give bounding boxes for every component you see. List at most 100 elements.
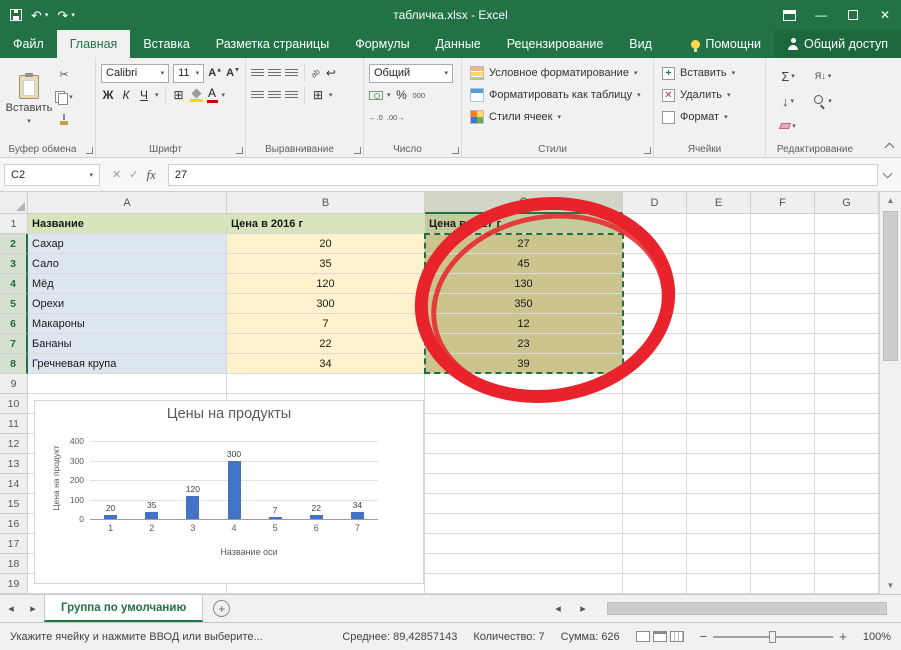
cell-E16[interactable] — [687, 514, 751, 534]
cell-C3[interactable]: 45 — [425, 254, 623, 274]
grow-font-button[interactable]: А▲ — [208, 67, 222, 79]
cell-C8[interactable]: 39 — [425, 354, 623, 374]
row-header-7[interactable]: 7 — [0, 334, 28, 354]
cell-A4[interactable]: Мёд — [28, 274, 227, 294]
cell-G14[interactable] — [815, 474, 879, 494]
fill-button[interactable]: ↓▾ — [771, 89, 805, 113]
cell-G5[interactable] — [815, 294, 879, 314]
ribbon-tab-8[interactable]: Помощни — [678, 30, 774, 58]
hscroll-track[interactable] — [597, 601, 897, 616]
cell-A5[interactable]: Орехи — [28, 294, 227, 314]
hscroll-left-icon[interactable]: ◂ — [547, 602, 569, 615]
delete-cells-button[interactable]: ✕ Удалить ▾ — [659, 84, 760, 106]
insert-cells-button[interactable]: + Вставить ▾ — [659, 62, 760, 84]
cell-D13[interactable] — [623, 454, 687, 474]
cell-D11[interactable] — [623, 414, 687, 434]
format-painter-button[interactable] — [53, 110, 75, 130]
column-header-C[interactable]: C — [425, 192, 623, 214]
clipboard-dialog-launcher-icon[interactable] — [86, 147, 93, 154]
cell-A7[interactable]: Бананы — [28, 334, 227, 354]
font-dialog-launcher-icon[interactable] — [236, 147, 243, 154]
cell-C16[interactable] — [425, 514, 623, 534]
insert-function-icon[interactable]: fx — [146, 167, 155, 183]
cell-F19[interactable] — [751, 574, 815, 594]
cell-D8[interactable] — [623, 354, 687, 374]
format-as-table-button[interactable]: Форматировать как таблицу ▾ — [467, 84, 648, 106]
ribbon-tab-5[interactable]: Данные — [423, 30, 494, 58]
cell-F1[interactable] — [751, 214, 815, 234]
bold-button[interactable]: Ж — [101, 88, 115, 102]
font-color-caret-icon[interactable]: ▾ — [222, 91, 226, 99]
vertical-scroll-thumb[interactable] — [883, 211, 898, 361]
decrease-decimal-button[interactable]: .00→ — [387, 113, 405, 122]
cell-F18[interactable] — [751, 554, 815, 574]
cell-G16[interactable] — [815, 514, 879, 534]
cell-B1[interactable]: Цена в 2016 г — [227, 214, 425, 234]
cell-E18[interactable] — [687, 554, 751, 574]
alignment-dialog-launcher-icon[interactable] — [354, 147, 361, 154]
row-header-3[interactable]: 3 — [0, 254, 28, 274]
qat-customize-icon[interactable]: ▾ — [71, 11, 75, 19]
cell-G2[interactable] — [815, 234, 879, 254]
cell-C5[interactable]: 350 — [425, 294, 623, 314]
align-right-button[interactable] — [285, 91, 298, 100]
currency-caret-icon[interactable]: ▾ — [387, 91, 391, 99]
ribbon-tab-6[interactable]: Рецензирование — [494, 30, 617, 58]
merge-caret-icon[interactable]: ▾ — [329, 91, 333, 99]
cell-F3[interactable] — [751, 254, 815, 274]
cell-A1[interactable]: Название — [28, 214, 227, 234]
close-button[interactable]: ✕ — [869, 0, 901, 30]
cell-E12[interactable] — [687, 434, 751, 454]
row-header-1[interactable]: 1 — [0, 214, 28, 234]
cell-B3[interactable]: 35 — [227, 254, 425, 274]
cell-G8[interactable] — [815, 354, 879, 374]
name-box[interactable]: C2 ▾ — [4, 164, 100, 186]
cell-G7[interactable] — [815, 334, 879, 354]
row-header-13[interactable]: 13 — [0, 454, 28, 474]
row-header-15[interactable]: 15 — [0, 494, 28, 514]
scroll-up-icon[interactable]: ▲ — [880, 192, 901, 209]
row-header-19[interactable]: 19 — [0, 574, 28, 594]
cell-G1[interactable] — [815, 214, 879, 234]
cut-button[interactable]: ✂ — [53, 64, 75, 84]
row-header-4[interactable]: 4 — [0, 274, 28, 294]
minimize-button[interactable]: — — [805, 0, 837, 30]
align-middle-button[interactable] — [268, 69, 281, 78]
cell-D9[interactable] — [623, 374, 687, 394]
cell-G15[interactable] — [815, 494, 879, 514]
paste-button[interactable]: Вставить ▾ — [5, 62, 53, 138]
cell-F2[interactable] — [751, 234, 815, 254]
row-header-14[interactable]: 14 — [0, 474, 28, 494]
ribbon-tab-0[interactable]: Файл — [0, 30, 57, 58]
cell-G10[interactable] — [815, 394, 879, 414]
row-header-2[interactable]: 2 — [0, 234, 28, 254]
format-cells-button[interactable]: Формат ▾ — [659, 106, 760, 128]
cell-G18[interactable] — [815, 554, 879, 574]
cell-D15[interactable] — [623, 494, 687, 514]
cell-F6[interactable] — [751, 314, 815, 334]
cell-F13[interactable] — [751, 454, 815, 474]
cell-G19[interactable] — [815, 574, 879, 594]
cell-F17[interactable] — [751, 534, 815, 554]
cell-E1[interactable] — [687, 214, 751, 234]
add-sheet-button[interactable]: + — [213, 600, 230, 617]
number-format-combo[interactable]: Общий▾ — [369, 64, 453, 83]
sheet-tab-active[interactable]: Группа по умолчанию — [44, 595, 203, 622]
find-select-button[interactable]: ▾ — [806, 89, 840, 113]
cell-C15[interactable] — [425, 494, 623, 514]
chart[interactable]: Цены на продукты Цена на продукт Названи… — [34, 400, 424, 584]
zoom-in-icon[interactable]: + — [839, 629, 847, 644]
cell-E4[interactable] — [687, 274, 751, 294]
row-header-12[interactable]: 12 — [0, 434, 28, 454]
align-left-button[interactable] — [251, 91, 264, 100]
sheet-nav-left-icon[interactable]: ◂ — [0, 595, 22, 622]
cell-A3[interactable]: Сало — [28, 254, 227, 274]
cell-C19[interactable] — [425, 574, 623, 594]
row-header-16[interactable]: 16 — [0, 514, 28, 534]
cell-E10[interactable] — [687, 394, 751, 414]
cell-E3[interactable] — [687, 254, 751, 274]
cell-D18[interactable] — [623, 554, 687, 574]
column-header-D[interactable]: D — [623, 192, 687, 214]
cell-B6[interactable]: 7 — [227, 314, 425, 334]
orientation-button[interactable]: ab — [309, 67, 322, 80]
